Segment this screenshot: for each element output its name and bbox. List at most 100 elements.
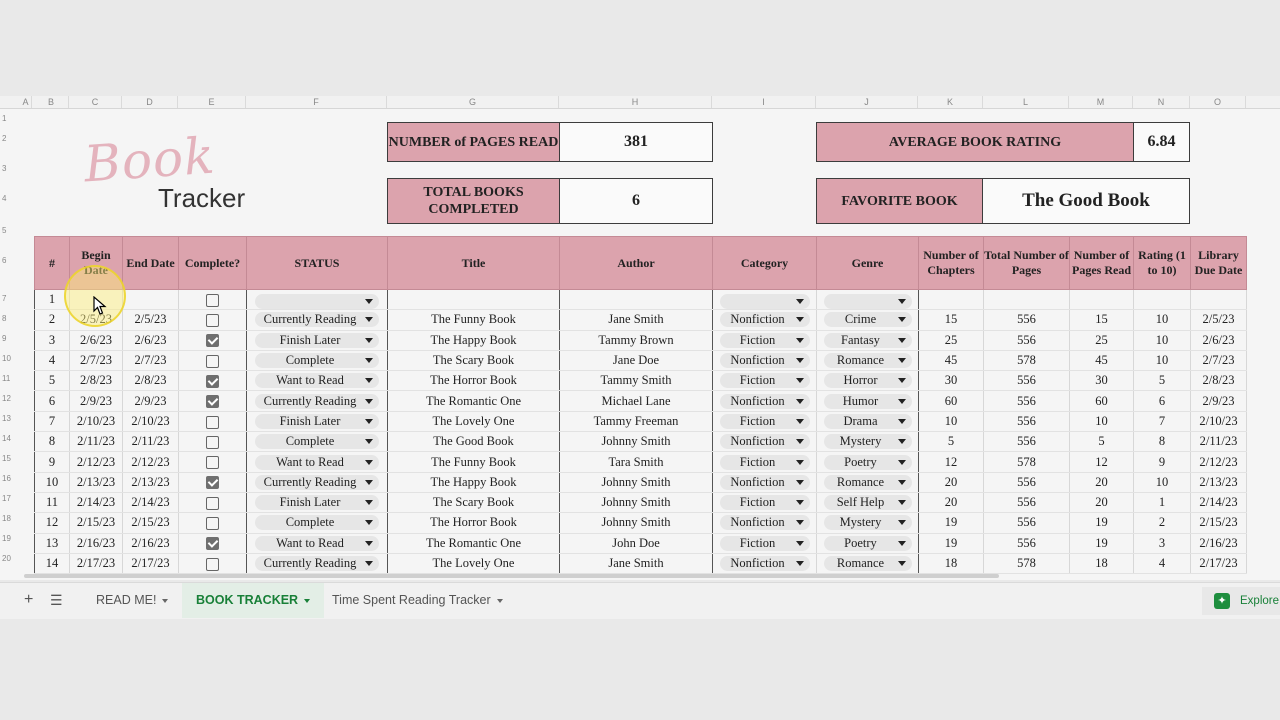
dropdown-chip[interactable]: Complete	[255, 515, 379, 531]
cell-chapters[interactable]: 19	[918, 533, 984, 554]
cell-title[interactable]: The Happy Book	[387, 330, 560, 351]
cell-author[interactable]	[559, 289, 713, 311]
dropdown-chip[interactable]: Want to Read	[255, 454, 379, 470]
complete-checkbox[interactable]	[206, 293, 219, 307]
cell-done[interactable]	[178, 390, 247, 412]
cell-title[interactable]: The Scary Book	[387, 492, 560, 514]
cell-end[interactable]: 2/11/23	[122, 431, 179, 453]
cell-due[interactable]: 2/10/23	[1190, 411, 1247, 433]
cell-title[interactable]: The Happy Book	[387, 472, 560, 493]
row-number[interactable]: 1	[0, 114, 20, 123]
cell-end[interactable]: 2/9/23	[122, 390, 179, 412]
dropdown-chip[interactable]: Currently Reading	[255, 474, 379, 490]
cell-begin[interactable]: 2/12/23	[69, 451, 123, 473]
dropdown-chip[interactable]: Romance	[823, 353, 912, 369]
cell-read[interactable]: 25	[1069, 330, 1134, 351]
cell-n[interactable]: 4	[34, 350, 70, 372]
dropdown-chip[interactable]: Fiction	[719, 495, 810, 511]
cell-category[interactable]: Fiction	[712, 533, 817, 554]
column-letter-n[interactable]: N	[1133, 96, 1190, 108]
dropdown-chip[interactable]: Poetry	[823, 454, 912, 470]
cell-status[interactable]: Complete	[246, 350, 388, 372]
explore-button[interactable]: ✦ Explore	[1202, 587, 1280, 615]
sheet-tab[interactable]: Time Spent Reading Tracker	[318, 583, 517, 618]
cell-chapters[interactable]: 10	[918, 411, 984, 433]
cell-genre[interactable]: Poetry	[816, 451, 919, 473]
cell-status[interactable]: Want to Read	[246, 533, 388, 554]
dropdown-chip[interactable]: Currently Reading	[255, 312, 379, 328]
column-letter-h[interactable]: H	[559, 96, 712, 108]
cell-chapters[interactable]: 25	[918, 330, 984, 351]
cell-genre[interactable]: Horror	[816, 370, 919, 392]
cell-rating[interactable]: 6	[1133, 390, 1191, 412]
cell-total[interactable]: 556	[983, 390, 1070, 412]
cell-n[interactable]: 3	[34, 330, 70, 351]
cell-title[interactable]: The Lovely One	[387, 411, 560, 433]
cell-due[interactable]: 2/15/23	[1190, 512, 1247, 534]
favorite-book-value[interactable]: The Good Book	[982, 178, 1190, 224]
complete-checkbox[interactable]	[206, 496, 219, 510]
cell-end[interactable]: 2/10/23	[122, 411, 179, 433]
row-number[interactable]: 20	[0, 554, 20, 563]
cell-total[interactable]: 556	[983, 533, 1070, 554]
cell-title[interactable]: The Romantic One	[387, 390, 560, 412]
dropdown-chip[interactable]: Drama	[823, 413, 912, 429]
cell-title[interactable]: The Good Book	[387, 431, 560, 453]
cell-n[interactable]: 11	[34, 492, 70, 514]
cell-title[interactable]: The Funny Book	[387, 309, 560, 331]
dropdown-chip[interactable]: Fantasy	[823, 332, 912, 348]
cell-done[interactable]	[178, 289, 247, 311]
cell-chapters[interactable]: 12	[918, 451, 984, 473]
dropdown-chip[interactable]: Currently Reading	[255, 556, 379, 571]
chevron-down-icon[interactable]	[304, 598, 311, 603]
cell-genre[interactable]: Self Help	[816, 492, 919, 514]
dropdown-chip[interactable]: Fiction	[719, 535, 810, 551]
cell-category[interactable]: Fiction	[712, 330, 817, 351]
dropdown-chip[interactable]: Romance	[823, 474, 912, 490]
row-number[interactable]: 18	[0, 514, 20, 523]
cell-n[interactable]: 7	[34, 411, 70, 433]
cell-done[interactable]	[178, 512, 247, 534]
chevron-down-icon[interactable]	[162, 598, 169, 603]
dropdown-chip[interactable]: Currently Reading	[255, 393, 379, 409]
dropdown-chip[interactable]: Fiction	[719, 332, 810, 348]
row-number[interactable]: 6	[0, 256, 20, 265]
cell-due[interactable]: 2/13/23	[1190, 472, 1247, 493]
dropdown-chip[interactable]	[719, 293, 810, 309]
cell-read[interactable]: 19	[1069, 512, 1134, 534]
cell-read[interactable]: 60	[1069, 390, 1134, 412]
cell-done[interactable]	[178, 309, 247, 331]
cell-n[interactable]: 9	[34, 451, 70, 473]
cell-genre[interactable]: Romance	[816, 553, 919, 575]
cell-genre[interactable]: Romance	[816, 350, 919, 372]
plus-icon[interactable]: +	[24, 591, 33, 609]
cell-category[interactable]: Nonfiction	[712, 309, 817, 331]
cell-chapters[interactable]: 60	[918, 390, 984, 412]
cell-chapters[interactable]: 18	[918, 553, 984, 575]
cell-rating[interactable]: 10	[1133, 330, 1191, 351]
cell-status[interactable]	[246, 289, 388, 311]
row-number[interactable]: 15	[0, 454, 20, 463]
cell-n[interactable]: 10	[34, 472, 70, 493]
cell-end[interactable]: 2/12/23	[122, 451, 179, 473]
cell-author[interactable]: Tara Smith	[559, 451, 713, 473]
dropdown-chip[interactable]: Fiction	[719, 454, 810, 470]
dropdown-chip[interactable]: Crime	[823, 312, 912, 328]
dropdown-chip[interactable]: Finish Later	[255, 332, 379, 348]
cell-due[interactable]: 2/17/23	[1190, 553, 1247, 575]
dropdown-chip[interactable]: Fiction	[719, 373, 810, 389]
cell-status[interactable]: Currently Reading	[246, 553, 388, 575]
cell-total[interactable]: 578	[983, 553, 1070, 575]
cell-rating[interactable]: 10	[1133, 350, 1191, 372]
cell-end[interactable]: 2/14/23	[122, 492, 179, 514]
complete-checkbox[interactable]	[206, 517, 219, 531]
all-sheets-icon[interactable]: ☰	[50, 592, 63, 609]
cell-rating[interactable]: 3	[1133, 533, 1191, 554]
cell-total[interactable]: 556	[983, 370, 1070, 392]
cell-category[interactable]: Fiction	[712, 492, 817, 514]
row-number[interactable]: 2	[0, 134, 20, 143]
cell-due[interactable]: 2/14/23	[1190, 492, 1247, 514]
dropdown-chip[interactable]: Want to Read	[255, 373, 379, 389]
cell-category[interactable]: Nonfiction	[712, 390, 817, 412]
cell-end[interactable]: 2/15/23	[122, 512, 179, 534]
